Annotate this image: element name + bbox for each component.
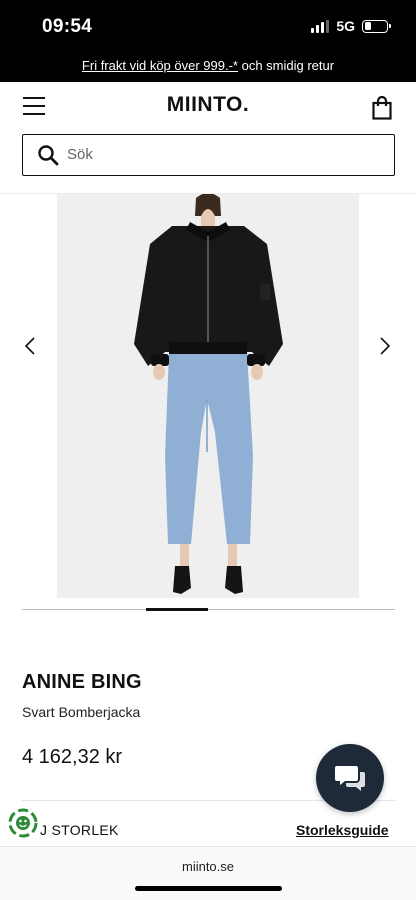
logo[interactable]: MIINTO. [0, 93, 416, 117]
browser-bar: miinto.se [0, 846, 416, 900]
product-image[interactable] [57, 194, 359, 598]
product-brand[interactable]: ANINE BING [22, 671, 142, 694]
promo-bar: Fri frakt vid köp över 999.-* och smidig… [0, 52, 416, 82]
size-guide-link[interactable]: Storleksguide [296, 822, 389, 838]
product-gallery [0, 194, 416, 614]
status-time: 09:54 [42, 16, 93, 37]
search-bar[interactable] [22, 134, 395, 176]
promo-link[interactable]: Fri frakt vid köp över 999.-* [82, 58, 238, 73]
chat-bubble-icon [335, 766, 365, 791]
search-input[interactable] [67, 135, 377, 174]
search-icon [38, 145, 59, 166]
product-price: 4 162,32 kr [22, 746, 123, 768]
gallery-pager-track [22, 609, 395, 610]
status-bar: 09:54 5G [0, 0, 416, 52]
gallery-pager-active[interactable] [146, 608, 208, 611]
product-name: Svart Bomberjacka [22, 704, 141, 720]
chevron-right-icon[interactable] [373, 334, 397, 358]
home-indicator[interactable] [135, 886, 282, 891]
size-select-label[interactable]: J STORLEK [40, 822, 119, 838]
battery-level [364, 22, 371, 30]
eco-badge-icon[interactable] [8, 808, 38, 838]
promo-text: och smidig retur [237, 58, 335, 73]
battery-icon [362, 19, 391, 33]
status-indicators: 5G [311, 18, 391, 34]
signal-icon [311, 19, 330, 33]
url-label[interactable]: miinto.se [0, 859, 416, 874]
chat-button[interactable] [316, 744, 384, 812]
network-type: 5G [336, 18, 355, 34]
site-header: MIINTO. [0, 82, 416, 132]
shopping-bag-icon[interactable] [372, 95, 392, 120]
chevron-left-icon[interactable] [18, 334, 42, 358]
